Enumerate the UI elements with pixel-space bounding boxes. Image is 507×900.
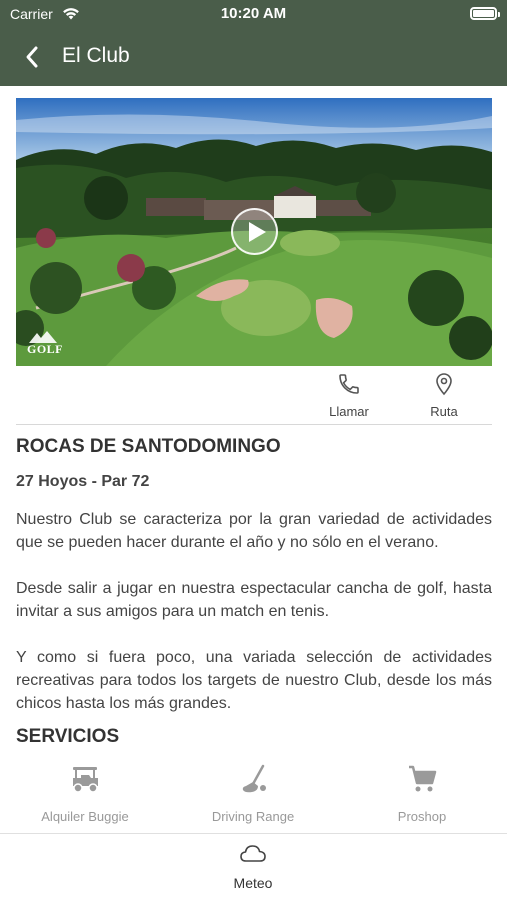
play-icon bbox=[249, 222, 266, 242]
route-button[interactable]: Ruta bbox=[409, 372, 479, 422]
service-driving-range[interactable]: Driving Range bbox=[178, 764, 328, 824]
club-description: Nuestro Club se caracteriza por la gran … bbox=[16, 508, 492, 738]
club-name: ROCAS DE SANTODOMINGO bbox=[16, 436, 281, 457]
clock: 10:20 AM bbox=[220, 5, 287, 22]
location-pin-icon bbox=[436, 373, 452, 396]
cloud-icon bbox=[240, 845, 266, 862]
play-button[interactable] bbox=[231, 208, 278, 255]
route-label: Ruta bbox=[430, 404, 458, 419]
back-button[interactable] bbox=[18, 42, 48, 72]
club-video[interactable]: GOLF bbox=[16, 98, 492, 366]
call-label: Llamar bbox=[329, 404, 369, 419]
navigation-bar: El Club bbox=[0, 28, 507, 86]
club-holes: 27 Hoyos - Par 72 bbox=[16, 473, 150, 490]
divider bbox=[16, 424, 492, 425]
service-label: Alquiler Buggie bbox=[41, 809, 129, 824]
services-title: SERVICIOS bbox=[16, 726, 120, 747]
battery-icon bbox=[470, 7, 500, 20]
logo-text: GOLF bbox=[27, 342, 64, 356]
call-button[interactable]: Llamar bbox=[314, 372, 384, 422]
service-label: Driving Range bbox=[211, 809, 295, 824]
description-paragraph: Y como si fuera poco, una variada selecc… bbox=[16, 649, 492, 712]
page-title: El Club bbox=[62, 44, 130, 67]
service-proshop[interactable]: Proshop bbox=[347, 764, 497, 824]
service-buggie[interactable]: Alquiler Buggie bbox=[10, 764, 160, 824]
chevron-left-icon bbox=[26, 46, 38, 68]
description-paragraph: Desde salir a jugar en nuestra espectacu… bbox=[16, 580, 492, 620]
phone-icon bbox=[339, 374, 359, 394]
tab-bar: Meteo bbox=[0, 833, 507, 900]
tab-meteo[interactable]: Meteo bbox=[213, 842, 293, 891]
golf-logo: GOLF bbox=[27, 330, 65, 358]
golf-cart-icon bbox=[73, 767, 98, 793]
golf-club-icon bbox=[242, 764, 266, 793]
status-bar: Carrier 10:20 AM bbox=[0, 0, 507, 28]
description-paragraph: Nuestro Club se caracteriza por la gran … bbox=[16, 511, 492, 551]
service-label: Proshop bbox=[397, 809, 447, 824]
shopping-cart-icon bbox=[409, 765, 437, 792]
tab-label: Meteo bbox=[233, 875, 273, 891]
